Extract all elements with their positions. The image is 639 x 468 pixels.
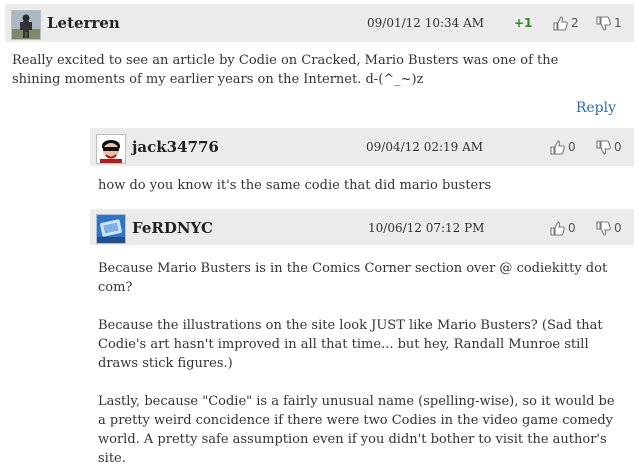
like-count: 0 [568, 140, 576, 154]
dislike-button[interactable]: 0 [595, 218, 622, 238]
username[interactable]: FeRDNYC [132, 219, 213, 237]
comment-body: Really excited to see an article by Codi… [12, 51, 582, 89]
comment-paragraph: Lastly, because "Codie" is a fairly unus… [98, 394, 615, 466]
avatar[interactable] [96, 214, 126, 244]
timestamp: 09/01/12 10:34 AM [367, 16, 485, 30]
comment-header: jack34776 09/04/12 02:19 AM 0 0 [90, 128, 634, 166]
avatar-abstract-icon [97, 215, 125, 243]
username[interactable]: Leterren [47, 14, 120, 32]
thumbs-down-icon [595, 15, 612, 32]
dislike-count: 1 [614, 16, 622, 30]
avatar-figure-icon [12, 11, 40, 39]
thumbs-up-icon [552, 15, 569, 32]
like-count: 0 [568, 221, 576, 235]
comment-leterren: Leterren 09/01/12 10:34 AM +1 2 1 Really… [0, 0, 639, 130]
avatar-face-icon [97, 135, 125, 163]
timestamp: 10/06/12 07:12 PM [368, 221, 485, 235]
thumbs-up-icon [549, 220, 566, 237]
comment-text: how do you know it's the same codie that… [98, 178, 492, 193]
dislike-button[interactable]: 1 [595, 13, 622, 33]
comment-header: Leterren 09/01/12 10:34 AM +1 2 1 [5, 4, 634, 42]
dislike-count: 0 [614, 140, 622, 154]
avatar[interactable] [96, 134, 126, 164]
thumbs-up-icon [549, 139, 566, 156]
comment-jack34776: jack34776 09/04/12 02:19 AM 0 0 how do y… [0, 128, 639, 206]
username[interactable]: jack34776 [132, 138, 219, 156]
reply-link[interactable]: Reply [576, 100, 616, 116]
timestamp: 09/04/12 02:19 AM [366, 140, 484, 154]
like-button[interactable]: 2 [552, 13, 579, 33]
comment-paragraph: Because Mario Busters is in the Comics C… [98, 261, 608, 295]
like-count: 2 [571, 16, 579, 30]
thumbs-down-icon [595, 139, 612, 156]
like-button[interactable]: 0 [549, 218, 576, 238]
comment-body: how do you know it's the same codie that… [98, 176, 628, 195]
comment-paragraph: Because the illustrations on the site lo… [98, 318, 603, 371]
comment-header: FeRDNYC 10/06/12 07:12 PM 0 0 [90, 209, 634, 245]
score-badge: +1 [514, 16, 533, 30]
comment-body: Because Mario Busters is in the Comics C… [98, 259, 618, 468]
dislike-button[interactable]: 0 [595, 137, 622, 157]
dislike-count: 0 [614, 221, 622, 235]
avatar[interactable] [11, 10, 41, 40]
thumbs-down-icon [595, 220, 612, 237]
like-button[interactable]: 0 [549, 137, 576, 157]
comment-text: Really excited to see an article by Codi… [12, 53, 559, 87]
comment-ferdnyc: FeRDNYC 10/06/12 07:12 PM 0 0 Because Ma… [0, 209, 639, 466]
